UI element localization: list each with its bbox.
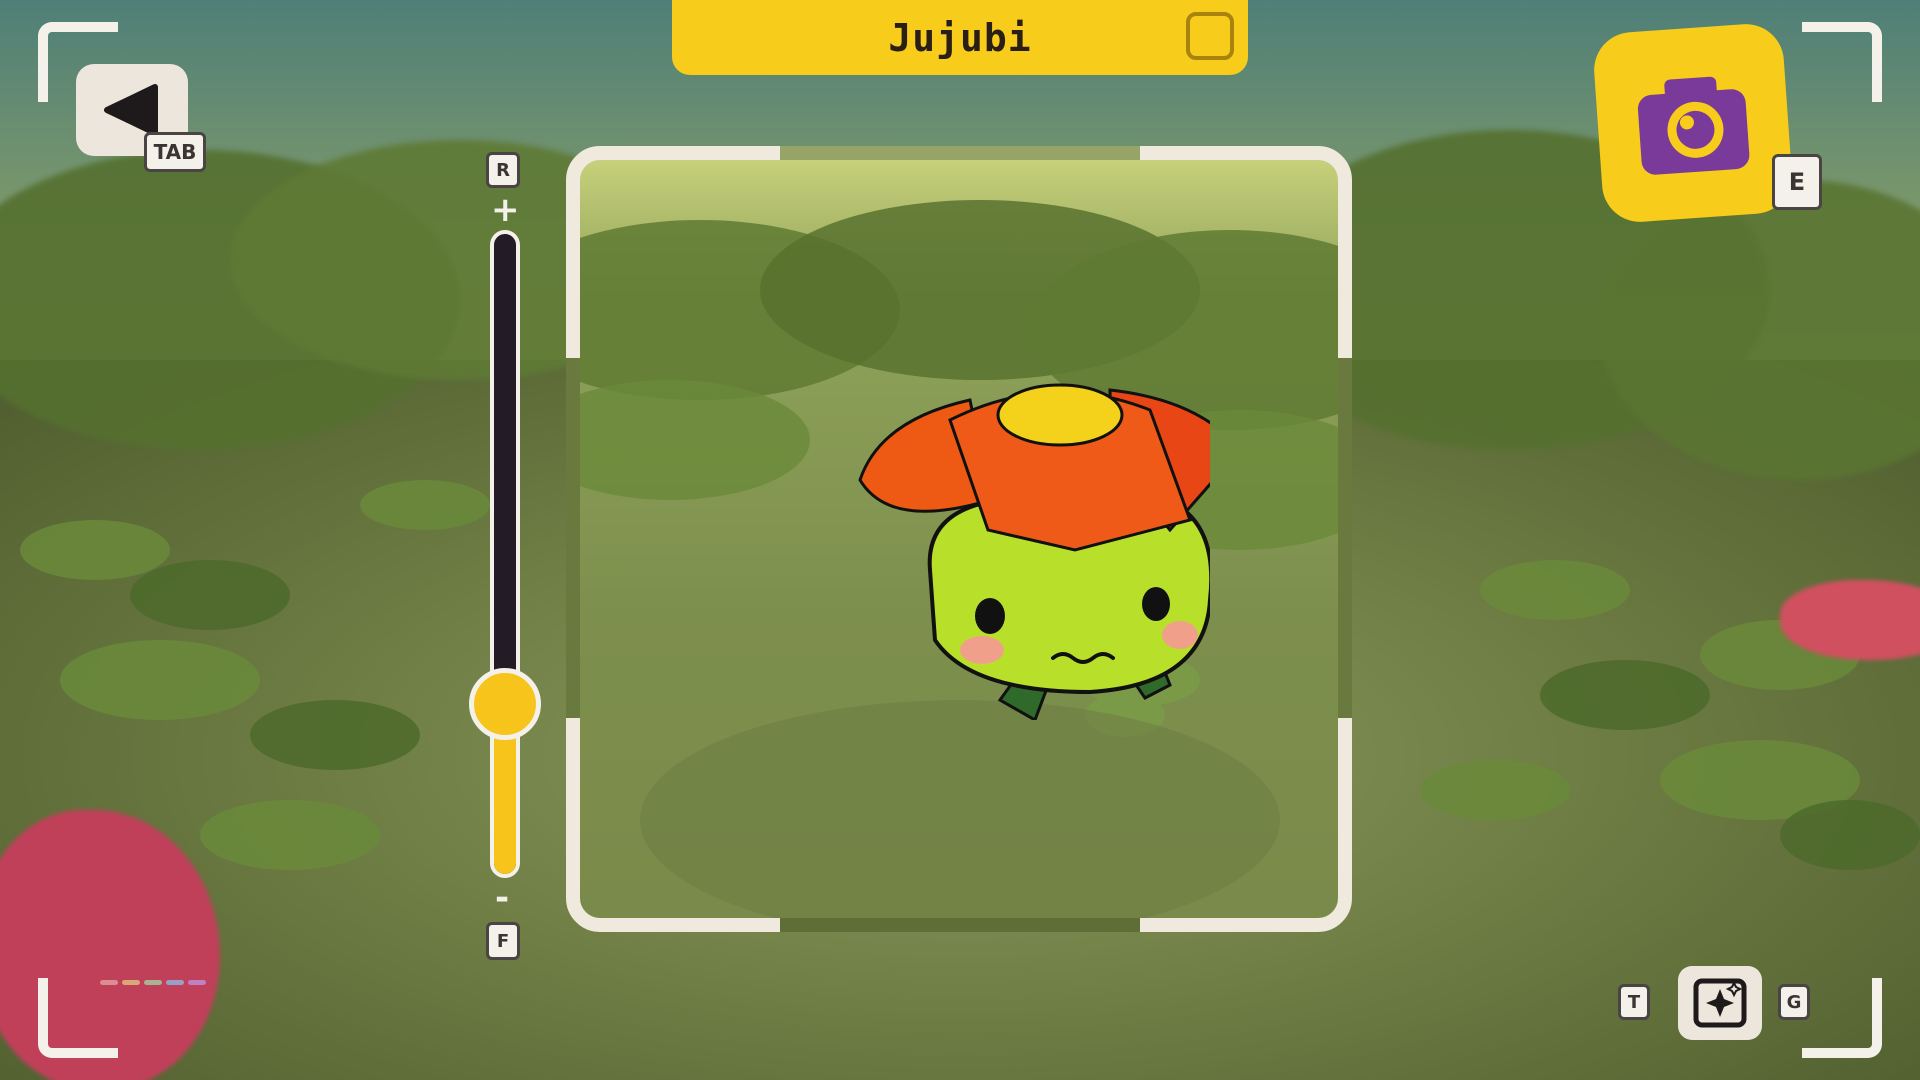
creature-name-bar: Jujubi: [672, 0, 1248, 75]
sparkle-frame-icon: [1693, 978, 1747, 1028]
jujubi-creature: [858, 383, 1210, 720]
viewfinder-corner-bottom-left: [38, 978, 118, 1058]
zoom-in-keycap: R: [486, 152, 520, 188]
filter-prev-keycap: T: [1618, 984, 1650, 1020]
leaf: [200, 800, 380, 870]
leaf: [1540, 660, 1710, 730]
leaf: [1420, 760, 1570, 820]
zoom-plus-label: +: [491, 190, 520, 230]
photographed-checkbox[interactable]: [1186, 12, 1234, 60]
frame-right-gap: [1338, 358, 1352, 718]
filter-dot: [166, 980, 184, 985]
viewfinder-corner-bottom-right: [1802, 978, 1882, 1058]
zoom-minus-label: -: [495, 878, 510, 918]
camera-icon: [1637, 76, 1750, 175]
leaf: [1780, 800, 1920, 870]
leaf: [60, 640, 260, 720]
leaf: [1480, 560, 1630, 620]
zoom-slider-thumb[interactable]: [469, 667, 541, 740]
leaf: [130, 560, 290, 630]
zoom-slider-track[interactable]: [490, 230, 520, 878]
leaf: [20, 520, 170, 580]
filter-dot: [144, 980, 162, 985]
leaf: [250, 700, 420, 770]
filter-dot: [100, 980, 118, 985]
zoom-out-keycap: F: [486, 922, 520, 960]
tab-keycap: TAB: [144, 132, 206, 172]
capture-button[interactable]: [1591, 21, 1795, 225]
filter-dot: [188, 980, 206, 985]
filter-next-keycap: G: [1778, 984, 1810, 1020]
filter-indicator-dots: [100, 980, 206, 985]
back-arrow-icon: [104, 84, 158, 136]
e-keycap: E: [1772, 154, 1822, 210]
filter-button[interactable]: [1678, 966, 1762, 1040]
frame-left-gap: [566, 358, 580, 718]
frame-top-gap: [780, 146, 1140, 160]
filter-dot: [122, 980, 140, 985]
creature-name: Jujubi: [888, 15, 1032, 60]
leaf: [360, 480, 490, 530]
photo-preview-frame: [566, 146, 1352, 932]
frame-bottom-gap: [780, 918, 1140, 932]
viewfinder-corner-top-right: [1802, 22, 1882, 102]
